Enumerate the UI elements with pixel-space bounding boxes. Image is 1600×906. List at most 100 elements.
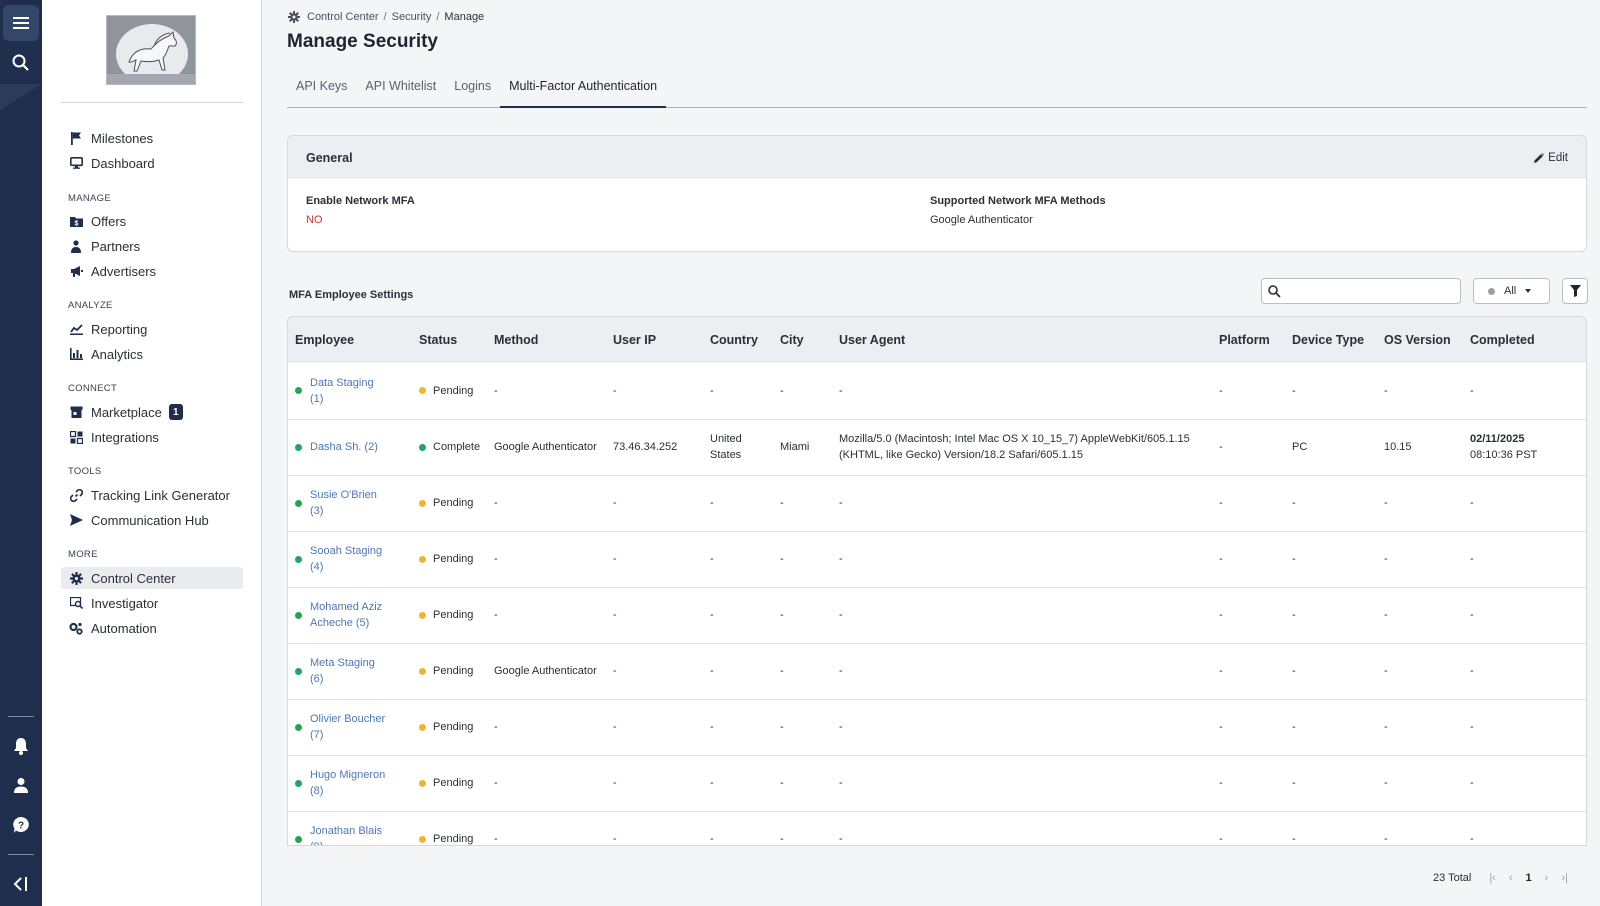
sidebar-item-investigator[interactable]: Investigator bbox=[61, 592, 243, 614]
table-row[interactable]: Sooah Staging (4) Pending - - - - - - - - - bbox=[288, 531, 1586, 587]
sidebar-item-label: Milestones bbox=[91, 130, 154, 146]
employee-link[interactable]: Mohamed Aziz Acheche (5) bbox=[310, 599, 390, 631]
collapse-icon[interactable] bbox=[3, 866, 39, 902]
store-icon bbox=[69, 405, 83, 419]
employee-link[interactable]: Data Staging (1) bbox=[310, 375, 390, 407]
last-page-icon[interactable]: ›| bbox=[1561, 872, 1568, 884]
filter-button[interactable] bbox=[1562, 278, 1588, 304]
employee-link[interactable]: Jonathan Blais (9) bbox=[310, 823, 390, 845]
search-box[interactable] bbox=[1261, 278, 1461, 304]
enable-network-mfa-value: NO bbox=[306, 214, 323, 226]
sidebar-item-marketplace[interactable]: Marketplace 1 bbox=[61, 401, 243, 423]
table-row[interactable]: Mohamed Aziz Acheche (5) Pending - - - - - - - - - bbox=[288, 587, 1586, 643]
table-row[interactable]: Data Staging (1) Pending - - - - - - - - - bbox=[288, 363, 1586, 419]
search-icon[interactable] bbox=[3, 45, 39, 81]
country-cell: - bbox=[710, 497, 714, 509]
active-dot bbox=[295, 835, 302, 843]
supported-methods-value: Google Authenticator bbox=[930, 214, 1033, 226]
platform-cell: - bbox=[1219, 777, 1223, 789]
sidebar-item-control-center[interactable]: Control Center bbox=[61, 567, 243, 589]
os-cell: - bbox=[1384, 497, 1388, 509]
column-header-device-type[interactable]: Device Type bbox=[1285, 317, 1377, 363]
employee-link[interactable]: Dasha Sh. (2) bbox=[310, 439, 390, 455]
sidebar-item-offers[interactable]: $ Offers bbox=[61, 210, 243, 232]
table-row[interactable]: Jonathan Blais (9) Pending - - - - - - - - - bbox=[288, 811, 1586, 845]
current-page[interactable]: 1 bbox=[1526, 872, 1532, 884]
bell-icon[interactable] bbox=[3, 728, 39, 764]
country-cell: - bbox=[710, 665, 714, 677]
status-filter-select[interactable]: All bbox=[1473, 278, 1550, 304]
sidebar-item-communication-hub[interactable]: Communication Hub bbox=[61, 509, 243, 531]
breadcrumb-control-center[interactable]: Control Center bbox=[307, 11, 379, 23]
sidebar-item-dashboard[interactable]: Dashboard bbox=[61, 152, 243, 174]
column-header-method[interactable]: Method bbox=[487, 317, 606, 363]
status: Pending bbox=[419, 383, 487, 399]
table-row[interactable]: Susie O'Brien (3) Pending - - - - - - - - - bbox=[288, 475, 1586, 531]
breadcrumb-security[interactable]: Security bbox=[392, 11, 432, 23]
employee-link[interactable]: Olivier Boucher (7) bbox=[310, 711, 390, 743]
column-header-status[interactable]: Status bbox=[412, 317, 487, 363]
rail-divider bbox=[8, 716, 34, 717]
table-row[interactable]: Olivier Boucher (7) Pending - - - - - - - - - bbox=[288, 699, 1586, 755]
city-cell: Miami bbox=[780, 441, 810, 453]
tab-api-keys[interactable]: API Keys bbox=[287, 75, 356, 108]
sidebar-item-advertisers[interactable]: Advertisers bbox=[61, 260, 243, 282]
employee-link[interactable]: Susie O'Brien (3) bbox=[310, 487, 390, 519]
company-logo bbox=[106, 15, 196, 85]
column-header-user-ip[interactable]: User IP bbox=[606, 317, 703, 363]
status-cell: Pending bbox=[412, 475, 487, 531]
table-row[interactable]: Dasha Sh. (2) Complete Google Authenticato… bbox=[288, 419, 1586, 475]
tab-api-whitelist[interactable]: API Whitelist bbox=[356, 75, 445, 108]
table-row[interactable]: Hugo Migneron (8) Pending - - - - - - - - - bbox=[288, 755, 1586, 811]
sidebar-item-integrations[interactable]: Integrations bbox=[61, 426, 243, 448]
column-header-os-version[interactable]: OS Version bbox=[1377, 317, 1463, 363]
ip-cell: - bbox=[613, 665, 617, 677]
ip-cell: - bbox=[613, 497, 617, 509]
mfa-section-title: MFA Employee Settings bbox=[289, 289, 414, 301]
column-header-platform[interactable]: Platform bbox=[1212, 317, 1285, 363]
sidebar-item-partners[interactable]: Partners bbox=[61, 235, 243, 257]
sidebar-item-tracking-link-generator[interactable]: Tracking Link Generator bbox=[61, 484, 243, 506]
column-header-city[interactable]: City bbox=[773, 317, 832, 363]
country-cell: - bbox=[710, 721, 714, 733]
employee-link[interactable]: Hugo Migneron (8) bbox=[310, 767, 390, 799]
monitor-icon bbox=[69, 156, 83, 170]
next-page-icon[interactable]: › bbox=[1545, 872, 1549, 884]
employee-link[interactable]: Meta Staging (6) bbox=[310, 655, 390, 687]
sidebar-item-automation[interactable]: Automation bbox=[61, 617, 243, 639]
os-cell: - bbox=[1384, 665, 1388, 677]
device-cell: - bbox=[1292, 609, 1296, 621]
employee-cell: Hugo Migneron (8) bbox=[288, 755, 412, 811]
sidebar-item-reporting[interactable]: Reporting bbox=[61, 318, 243, 340]
status-dot bbox=[419, 555, 426, 563]
sidebar-item-milestones[interactable]: Milestones bbox=[61, 127, 243, 149]
employee-link[interactable]: Sooah Staging (4) bbox=[310, 543, 390, 575]
breadcrumb-separator: / bbox=[383, 11, 387, 23]
table-row[interactable]: Meta Staging (6) Pending Google Authentica… bbox=[288, 643, 1586, 699]
status-cell: Complete bbox=[412, 419, 487, 475]
prev-page-icon[interactable]: ‹ bbox=[1509, 872, 1513, 884]
sidebar-item-analytics[interactable]: Analytics bbox=[61, 343, 243, 365]
status: Pending bbox=[419, 831, 487, 845]
status-cell: Pending bbox=[412, 643, 487, 699]
status-label: Pending bbox=[433, 777, 474, 789]
edit-button[interactable]: Edit bbox=[1534, 152, 1568, 164]
user-icon[interactable] bbox=[3, 767, 39, 803]
status-dot bbox=[419, 499, 426, 507]
tab-logins[interactable]: Logins bbox=[445, 75, 500, 108]
column-header-country[interactable]: Country bbox=[703, 317, 773, 363]
menu-icon[interactable] bbox=[3, 5, 39, 41]
tab-multi-factor-authentication[interactable]: Multi-Factor Authentication bbox=[500, 75, 667, 108]
device-cell: PC bbox=[1292, 441, 1308, 453]
breadcrumb: Control Center / Security / Manage bbox=[288, 11, 484, 23]
column-header-employee[interactable]: Employee bbox=[288, 317, 412, 363]
first-page-icon[interactable]: |‹ bbox=[1489, 872, 1496, 884]
help-icon[interactable]: ? bbox=[3, 807, 39, 843]
column-header-user-agent[interactable]: User Agent bbox=[832, 317, 1212, 363]
completed-cell: - bbox=[1463, 531, 1586, 587]
completed-date: - bbox=[1470, 497, 1474, 509]
pencil-icon bbox=[1534, 152, 1545, 163]
status-label: Pending bbox=[433, 553, 474, 565]
column-header-completed[interactable]: Completed bbox=[1463, 317, 1586, 363]
search-input[interactable] bbox=[1287, 285, 1447, 297]
